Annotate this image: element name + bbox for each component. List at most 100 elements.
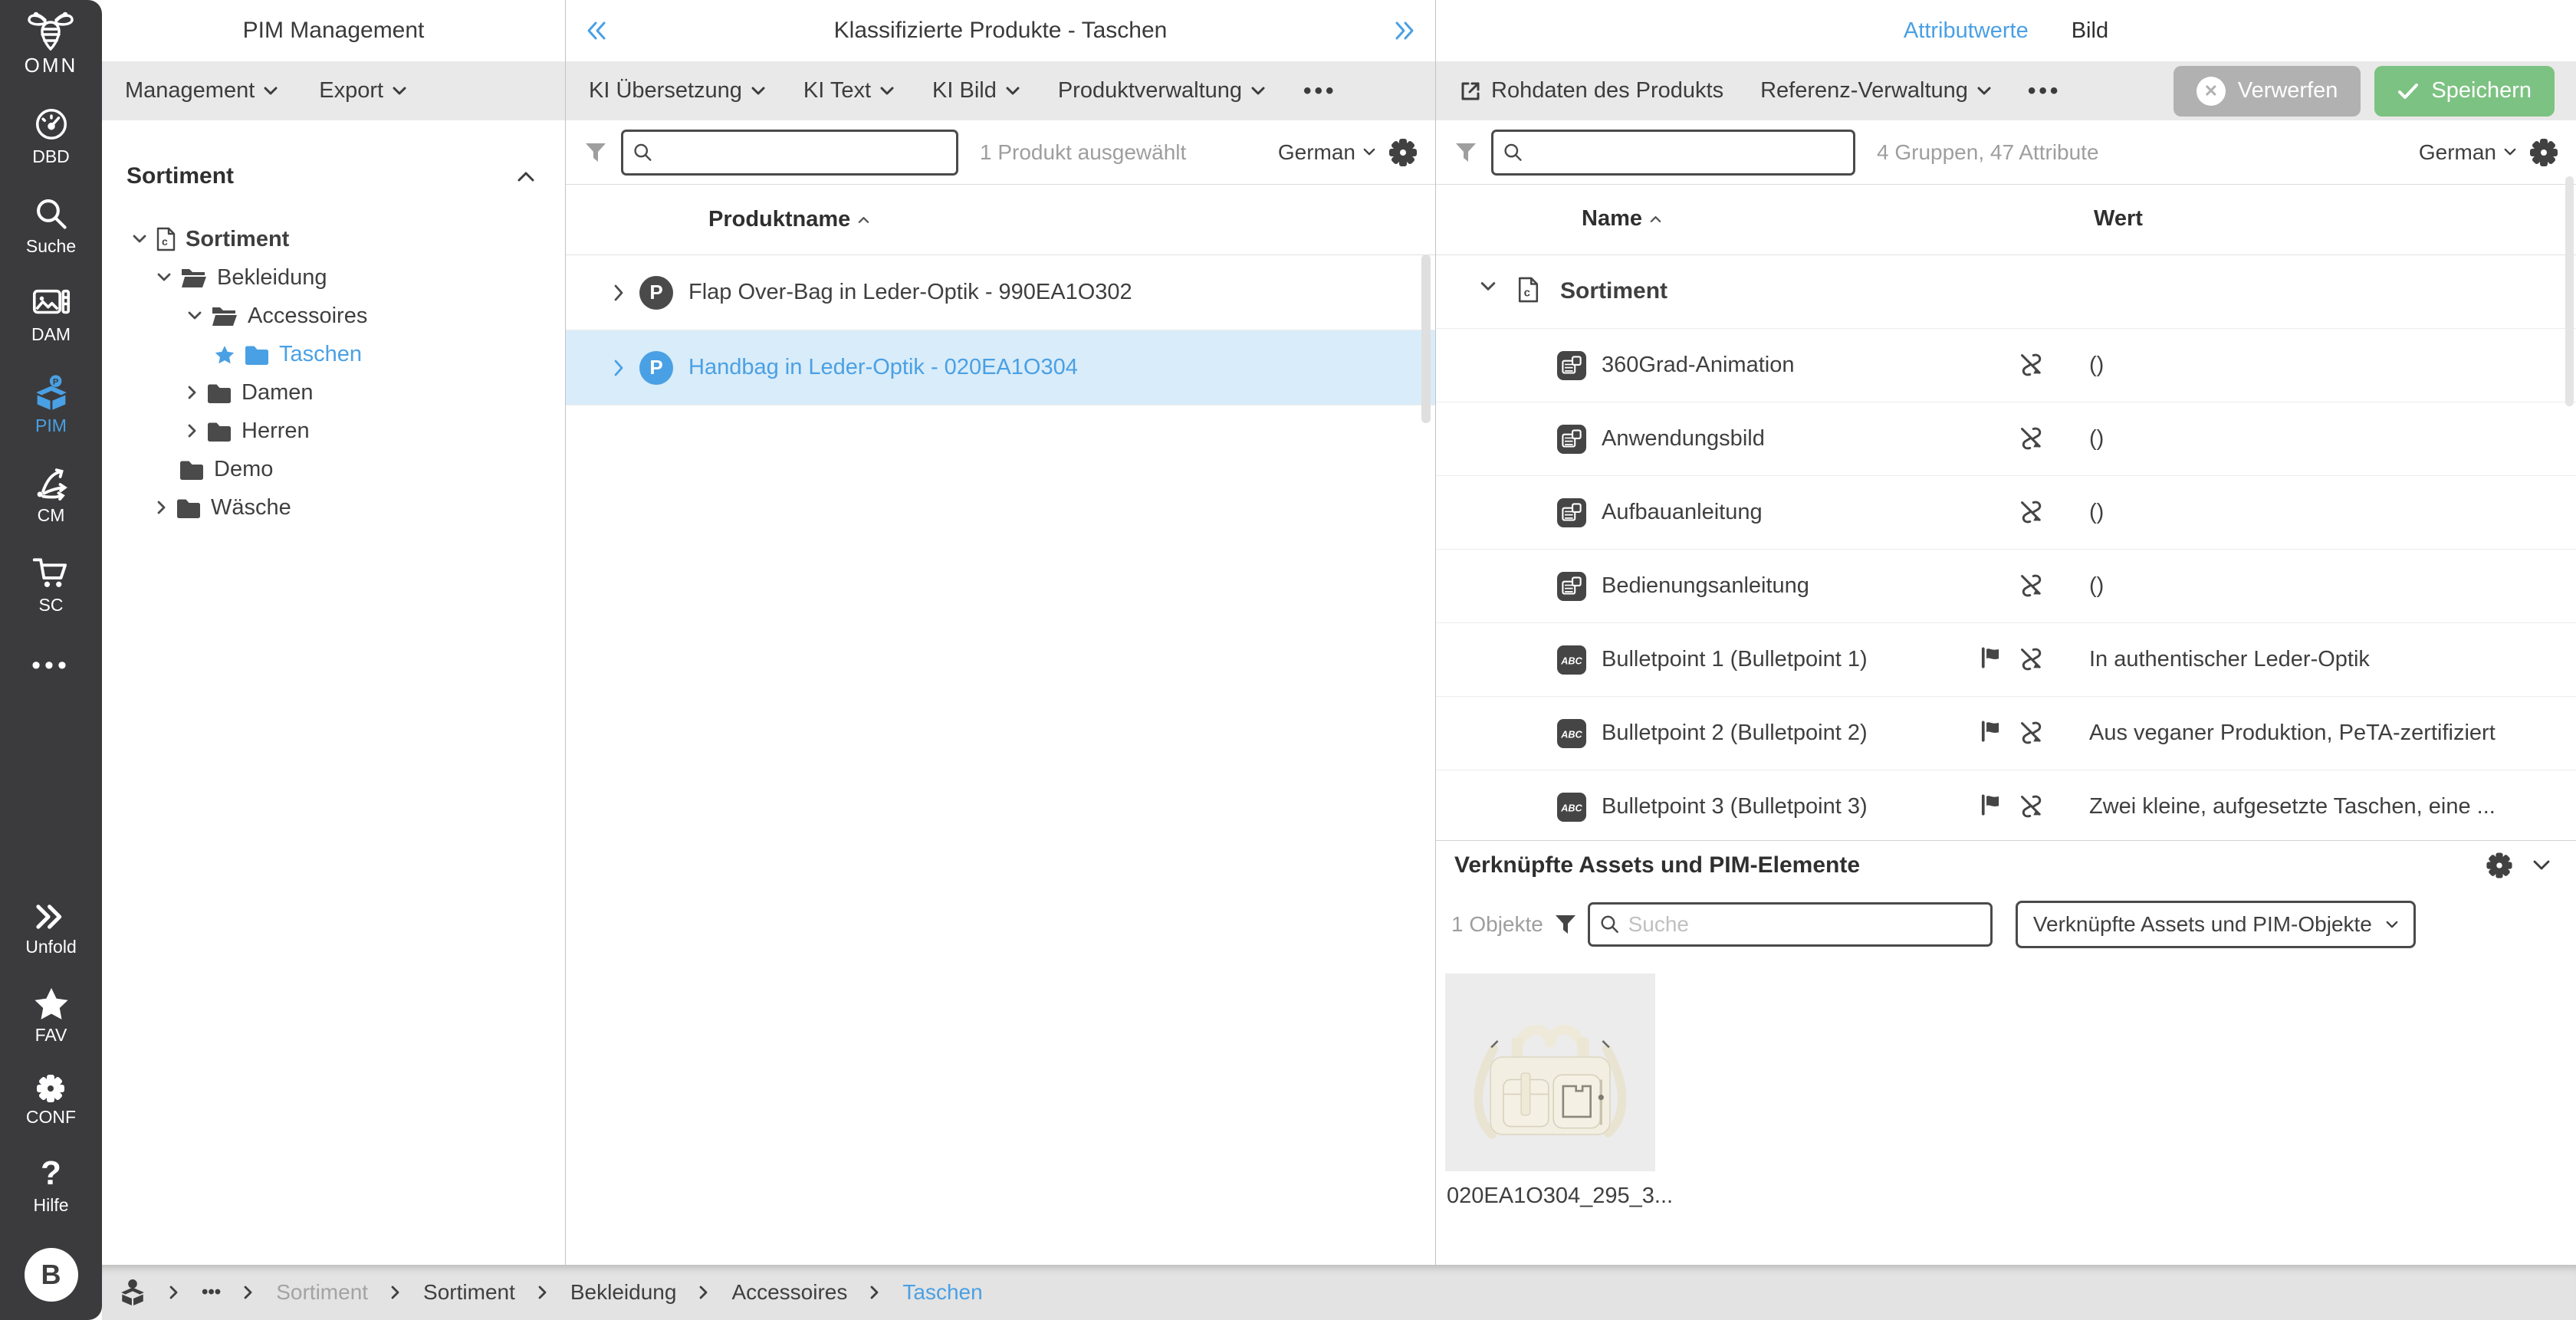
unlink-icon[interactable] [2019,425,2045,451]
chevron-right-icon[interactable] [188,386,197,399]
linked-search-input[interactable] [1628,912,1981,937]
product-row[interactable]: P Flap Over-Bag in Leder-Optik - 990EA1O… [566,255,1435,330]
product-row-selected[interactable]: P Handbag in Leder-Optik - 020EA1O304 [566,330,1435,406]
products-scrollbar[interactable] [1421,254,1431,423]
attr-row-bedienungsanleitung[interactable]: Bedienungsanleitung () [1436,550,2576,623]
products-table-header[interactable]: Produktname [566,185,1435,255]
search-icon [1601,915,1618,934]
settings-gear-icon[interactable] [1389,138,1417,166]
menu-export[interactable]: Export [319,78,406,103]
filter-funnel-icon[interactable] [1554,913,1577,936]
tree-node-label: Taschen [279,341,363,366]
tree-node-taschen[interactable]: Taschen [102,335,565,373]
chevron-down-icon[interactable] [1480,281,1496,292]
breadcrumb-item[interactable]: Bekleidung [570,1280,677,1305]
collapse-chevron-down-icon[interactable] [2533,860,2550,871]
chevron-down-icon[interactable] [157,273,171,282]
chevron-right-icon[interactable] [188,424,197,438]
tree-node-waesche[interactable]: Wäsche [102,488,565,527]
rail-item-conf[interactable]: CONF [26,1075,76,1128]
settings-gear-icon[interactable] [2486,852,2512,878]
unlink-icon[interactable] [2019,499,2045,525]
rail-item-dam[interactable]: DAM [31,286,71,345]
language-selector[interactable]: German [2419,140,2516,165]
menu-produktverwaltung[interactable]: Produktverwaltung [1058,78,1265,103]
expand-chevron-icon[interactable] [613,360,624,376]
more-menu-icon[interactable]: ••• [2028,78,2062,104]
linked-asset-card[interactable]: 020EA1O304_295_3... [1445,974,1673,1209]
expand-chevron-icon[interactable] [613,284,624,301]
rail-item-unfold[interactable]: Unfold [25,901,77,957]
user-avatar[interactable]: B [24,1248,78,1302]
chevron-right-icon[interactable] [157,501,166,514]
menu-referenz-verwaltung[interactable]: Referenz-Verwaltung [1760,78,1991,103]
attr-row-bulletpoint3[interactable]: ABC Bulletpoint 3 (Bulletpoint 3) Zwei k… [1436,770,2576,840]
breadcrumb-item[interactable]: Sortiment [276,1280,368,1305]
omn-logo[interactable]: OMN [25,11,78,77]
unlink-icon[interactable] [2019,646,2045,672]
tree-node-accessoires[interactable]: Accessoires [102,297,565,335]
tree-node-bekleidung[interactable]: Bekleidung [102,258,565,297]
attr-scrollbar[interactable] [2565,176,2574,406]
menu-label: Produktverwaltung [1057,78,1243,103]
chevron-down-icon[interactable] [133,235,146,244]
menu-ki-uebersetzung[interactable]: KI Übersetzung [589,78,765,103]
tree-toolbar: Management Export [102,61,565,120]
filter-funnel-icon[interactable] [584,141,607,164]
rail-item-sc[interactable]: SC [32,555,71,616]
tree-node-sortiment[interactable]: c Sortiment [102,220,565,258]
menu-ki-bild[interactable]: KI Bild [932,78,1020,103]
save-button[interactable]: Speichern [2374,65,2555,117]
column-name[interactable]: Name [1582,206,1661,231]
raw-data-button[interactable]: Rohdaten des Produkts [1459,78,1723,103]
breadcrumb-item[interactable]: Accessoires [731,1280,847,1305]
collapse-left-icon[interactable] [586,0,609,61]
language-selector[interactable]: German [1278,140,1375,165]
linked-filter-dropdown[interactable]: Verknüpfte Assets und PIM-Objekte [2015,901,2416,948]
products-search-input[interactable] [661,140,947,165]
rail-item-cm[interactable]: CM [34,465,69,526]
unlink-icon[interactable] [2019,573,2045,599]
breadcrumb-item[interactable]: Sortiment [423,1280,515,1305]
flag-icon[interactable] [1979,719,2002,744]
rail-item-dbd[interactable]: DBD [32,107,70,167]
tab-attributwerte[interactable]: Attributwerte [1904,18,2029,44]
rail-item-fav[interactable]: FAV [34,987,69,1046]
unlink-icon[interactable] [2019,352,2045,378]
branch-arrows-icon [37,468,67,501]
attr-row-bulletpoint2[interactable]: ABC Bulletpoint 2 (Bulletpoint 2) Aus ve… [1436,697,2576,770]
filter-funnel-icon[interactable] [1454,141,1477,164]
asset-thumbnail[interactable] [1445,974,1655,1171]
attr-row-bulletpoint1[interactable]: ABC Bulletpoint 1 (Bulletpoint 1) In aut… [1436,623,2576,697]
column-wert[interactable]: Wert [2094,206,2143,231]
attr-search-input[interactable] [1531,140,1844,165]
chevron-down-icon[interactable] [188,311,202,320]
tab-bild[interactable]: Bild [2072,18,2108,44]
tree-node-herren[interactable]: Herren [102,412,565,450]
rail-item-hilfe[interactable]: ? Hilfe [33,1157,68,1216]
unlink-icon[interactable] [2019,793,2045,819]
breadcrumb-item-current[interactable]: Taschen [902,1280,982,1305]
discard-button[interactable]: ✕ Verwerfen [2173,65,2361,117]
breadcrumb-ellipsis[interactable]: ••• [202,1282,221,1303]
rail-item-pim[interactable]: P PIM [33,374,70,436]
more-menu-icon[interactable]: ••• [1303,78,1337,104]
flag-icon[interactable] [1979,793,2002,817]
rail-item-suche[interactable]: Suche [26,196,76,257]
flag-icon[interactable] [1979,645,2002,670]
rail-more-icon[interactable]: ••• [31,651,71,681]
tree-node-demo[interactable]: Demo [102,450,565,488]
pim-breadcrumb-icon[interactable] [119,1279,146,1306]
menu-management[interactable]: Management [125,78,278,103]
products-filter-row: 1 Produkt ausgewählt German [566,120,1435,185]
attr-group-row[interactable]: c Sortiment [1436,255,2576,329]
expand-right-icon[interactable] [1392,0,1415,61]
attr-row-aufbauanleitung[interactable]: Aufbauanleitung () [1436,476,2576,550]
tree-node-damen[interactable]: Damen [102,373,565,412]
attr-row-anwendungsbild[interactable]: Anwendungsbild () [1436,402,2576,476]
collapse-chevron-up-icon[interactable] [518,171,534,182]
settings-gear-icon[interactable] [2530,138,2558,166]
unlink-icon[interactable] [2019,720,2045,746]
menu-ki-text[interactable]: KI Text [803,78,894,103]
attr-row-360grad[interactable]: 360Grad-Animation () [1436,329,2576,402]
